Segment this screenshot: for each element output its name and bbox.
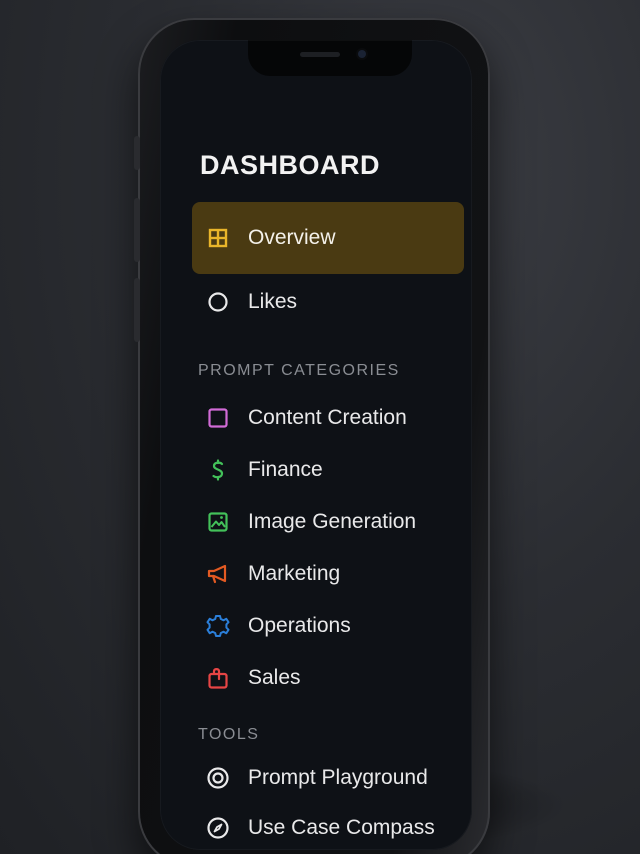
phone-frame: DASHBOARD Overview Likes PROMPT CATEGORI…	[134, 18, 490, 854]
megaphone-icon	[206, 562, 230, 586]
category-item-operations[interactable]: Operations	[192, 604, 464, 648]
speaker-grille	[300, 52, 340, 57]
target-icon	[206, 766, 230, 790]
phone-screen: DASHBOARD Overview Likes PROMPT CATEGORI…	[160, 40, 472, 850]
category-item-label: Marketing	[248, 562, 341, 585]
image-icon	[206, 510, 230, 534]
category-item-image-generation[interactable]: Image Generation	[192, 500, 464, 544]
nav-item-likes[interactable]: Likes	[192, 280, 464, 324]
notch	[248, 40, 412, 76]
tool-item-prompt-playground[interactable]: Prompt Playground	[192, 756, 464, 800]
tool-item-label: Use Case Compass	[248, 816, 435, 839]
camera-icon	[358, 50, 366, 58]
section-heading-prompt-categories: PROMPT CATEGORIES	[198, 362, 400, 379]
tool-item-label: Prompt Playground	[248, 766, 428, 789]
tool-item-use-case-compass[interactable]: Use Case Compass	[192, 806, 464, 850]
nav-item-label: Overview	[248, 226, 336, 249]
category-item-label: Sales	[248, 666, 301, 689]
volume-down-button	[134, 278, 140, 342]
nav-item-overview[interactable]: Overview	[192, 202, 464, 274]
dollar-icon	[206, 458, 230, 482]
volume-up-button	[134, 198, 140, 262]
compass-icon	[206, 816, 230, 840]
category-item-sales[interactable]: Sales	[192, 656, 464, 700]
nav-item-label: Likes	[248, 290, 298, 313]
grid-icon	[206, 226, 230, 250]
category-item-label: Finance	[248, 458, 323, 481]
bag-icon	[206, 666, 230, 690]
gear-icon	[206, 614, 230, 638]
category-item-label: Image Generation	[248, 510, 417, 533]
square-icon	[206, 406, 230, 430]
category-item-label: Operations	[248, 614, 351, 637]
category-item-finance[interactable]: Finance	[192, 448, 464, 492]
mute-switch	[134, 136, 140, 170]
category-item-label: Content Creation	[248, 406, 407, 429]
category-item-marketing[interactable]: Marketing	[192, 552, 464, 596]
circle-icon	[206, 290, 230, 314]
page-title: DASHBOARD	[200, 150, 380, 180]
category-item-content-creation[interactable]: Content Creation	[192, 396, 464, 440]
section-heading-tools: TOOLS	[198, 726, 260, 743]
